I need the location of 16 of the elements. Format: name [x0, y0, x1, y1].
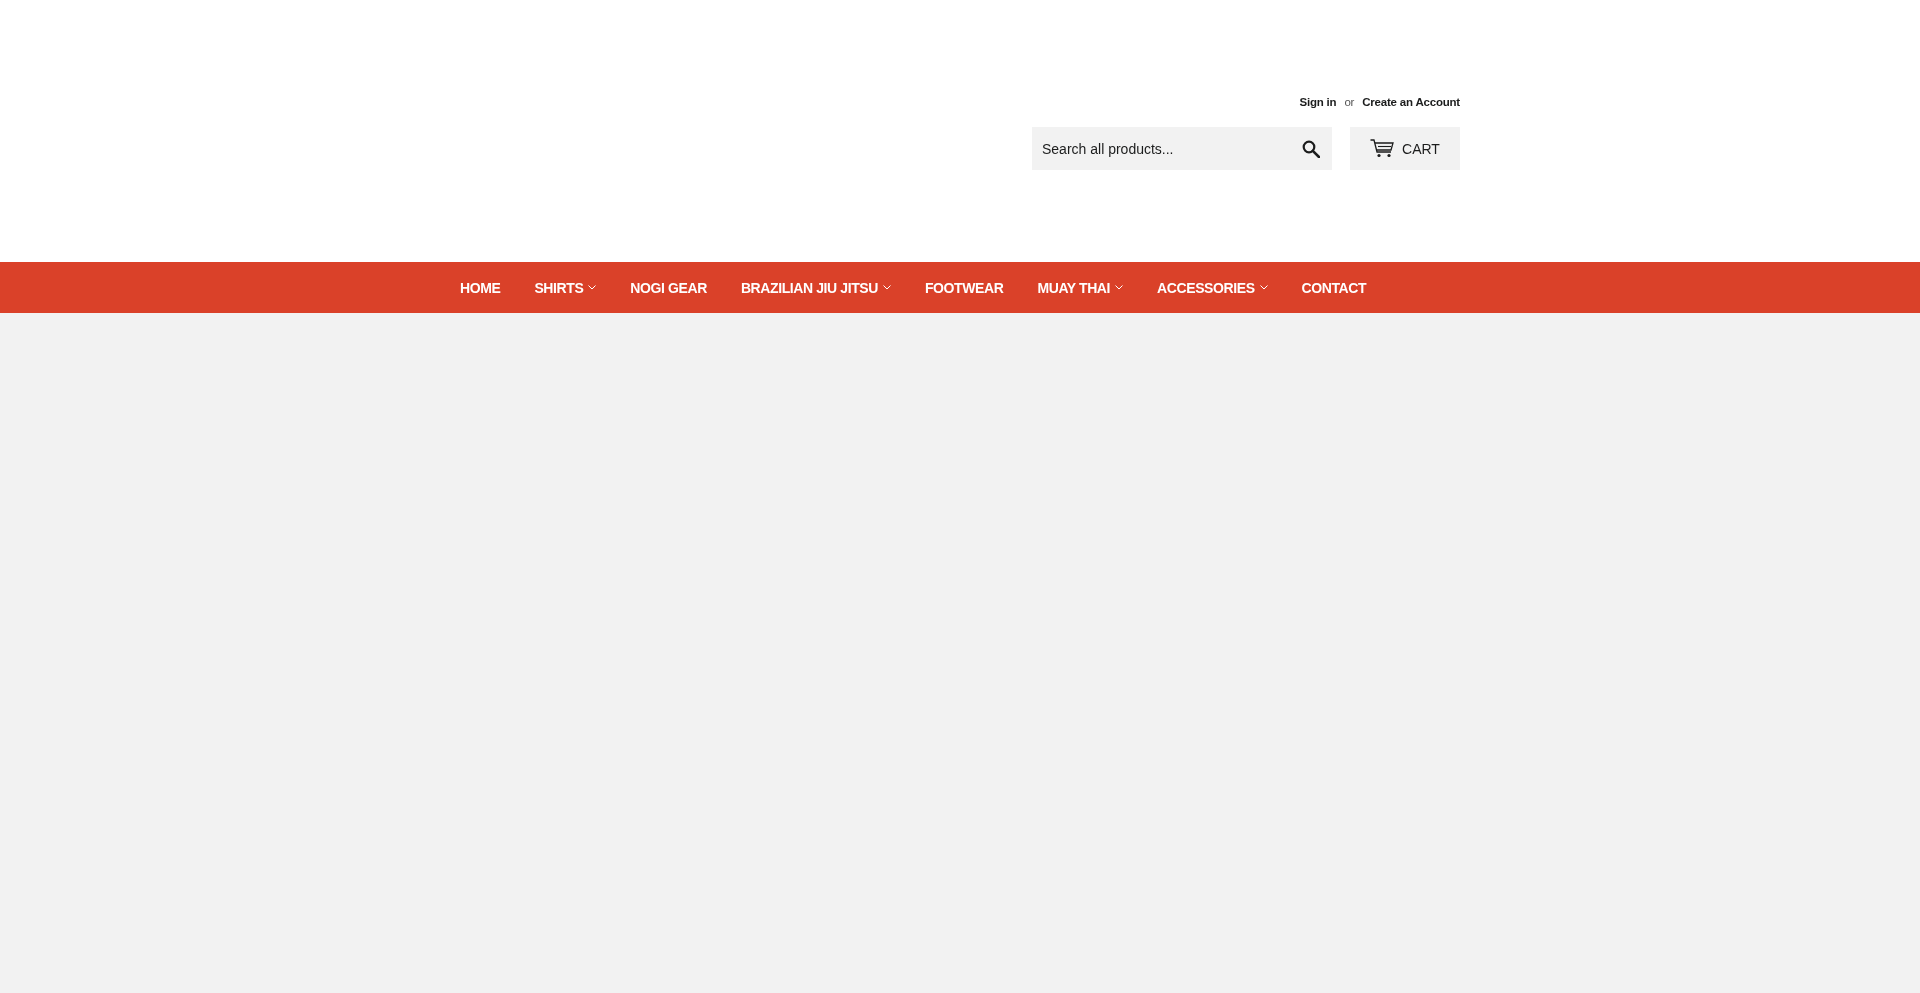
search-button[interactable] — [1290, 127, 1332, 170]
separator-text: or — [1344, 95, 1355, 110]
cart-icon — [1370, 139, 1395, 158]
nav-menu-item[interactable]: ACCESSORIES — [1157, 279, 1268, 296]
sign-in-link[interactable]: Sign in — [1299, 94, 1337, 110]
nav-menu-item[interactable]: HOME — [460, 279, 501, 296]
nav-menu-item[interactable]: BRAZILIAN JIU JITSU — [740, 279, 891, 296]
nav-menu-item[interactable]: MUAY THAI — [1037, 279, 1124, 296]
create-account-link[interactable]: Create an Account — [1362, 94, 1460, 110]
nav-menu-item[interactable]: NOGI GEAR — [630, 279, 707, 296]
search-field[interactable]: Search all products... — [1032, 127, 1290, 170]
nav-menu-item[interactable]: CONTACT — [1301, 279, 1367, 296]
search-icon — [1302, 139, 1320, 158]
nav-menu-item[interactable]: SHIRTS — [534, 279, 597, 296]
nav-menu-item[interactable]: FOOTWEAR — [924, 279, 1004, 296]
cart-button[interactable]: CART — [1350, 127, 1460, 170]
